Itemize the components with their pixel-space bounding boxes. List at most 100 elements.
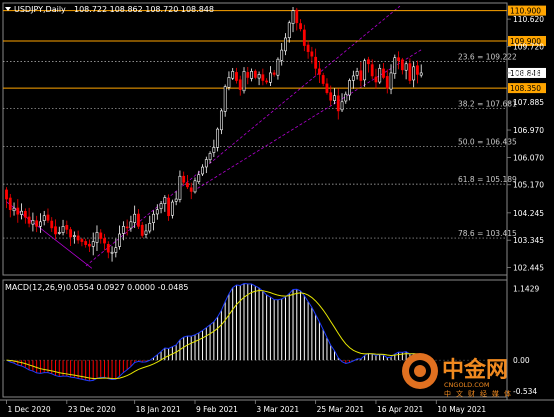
macd-values: 0.0554 0.0927 0.0000 -0.0485 (66, 283, 188, 292)
candle-body (295, 9, 299, 24)
tagline-text: 中文财经媒体 (444, 389, 516, 398)
candle-body (404, 63, 408, 71)
candle-body (129, 221, 133, 229)
candle-body (35, 220, 39, 227)
candle-body (302, 29, 306, 46)
candle-body (216, 128, 220, 148)
candle-body (227, 77, 231, 88)
candle-body (84, 241, 88, 245)
chart-area: 23.6 = 109.222 38.2 = 107.681 50.0 = 106.4… (0, 2, 554, 414)
time-tick-label: 18 Jan 2021 (136, 405, 181, 414)
candle-body (340, 101, 344, 111)
candle-body (5, 189, 8, 200)
candle-body (344, 93, 348, 102)
candle-body (325, 83, 329, 93)
ohlc-values: 108.722 108.862 108.720 108.848 (74, 5, 214, 14)
candle-body (389, 72, 393, 90)
candle-body (261, 74, 265, 81)
candle-layer (5, 6, 423, 262)
candle-body (95, 232, 99, 243)
candle-body (144, 230, 148, 235)
brand-text: 中金网 (442, 357, 508, 383)
candle-body (306, 44, 310, 52)
candle-body (265, 80, 269, 83)
candle-body (318, 68, 321, 75)
candle-body (231, 71, 235, 79)
candle-body (155, 209, 159, 215)
candle-body (336, 95, 340, 112)
macd-axis-label: 1.1429 (513, 285, 539, 294)
candle-body (170, 201, 174, 216)
candle-body (204, 159, 208, 168)
candle-body (276, 58, 280, 76)
candle-body (8, 197, 12, 210)
fib-level-label: 61.8 = 105.189 (458, 175, 517, 184)
price-tick-label: 109.720 (513, 42, 544, 51)
candle-body (174, 198, 178, 202)
candle-body (12, 207, 16, 212)
price-tick-label: 105.170 (513, 181, 544, 190)
candle-body (148, 223, 152, 232)
candle-body (125, 226, 129, 229)
candle-body (121, 226, 125, 234)
candle-body (99, 232, 103, 239)
price-tick-label: 106.970 (513, 126, 544, 135)
candle-body (223, 86, 227, 112)
candle-body (378, 68, 382, 83)
fib-level-label: 50.0 = 106.435 (458, 137, 517, 146)
candle-body (367, 59, 370, 65)
price-tick-label: 110.620 (513, 15, 544, 24)
macd-header: MACD(12,26,9) 0.0554 0.0927 0.0000 -0.04… (5, 283, 188, 292)
time-tick-label: 23 Dec 2020 (68, 405, 116, 414)
candle-body (284, 37, 287, 52)
candle-body (50, 220, 54, 229)
level-tag-text: 108.350 (510, 84, 541, 93)
candle-body (54, 226, 57, 235)
candle-body (310, 51, 314, 57)
price-tick-label: 103.345 (513, 236, 544, 245)
time-tick-label: 16 Apr 2021 (377, 405, 424, 414)
candle-body (412, 66, 416, 81)
candle-body (400, 59, 404, 71)
candle-body (385, 76, 389, 89)
candle-body (235, 72, 238, 81)
candle-body (351, 75, 355, 81)
channel-line (85, 5, 401, 267)
candle-body (42, 215, 46, 221)
candle-body (370, 64, 374, 77)
candle-body (287, 22, 291, 39)
candle-body (61, 226, 65, 233)
candle-body (314, 56, 318, 69)
candle-body (416, 65, 419, 75)
fibonacci-layer: 23.6 = 109.222 38.2 = 107.681 50.0 = 106.4… (3, 53, 517, 239)
candle-body (355, 71, 359, 76)
candle-body (182, 175, 186, 183)
price-tick-label: 107.885 (513, 98, 544, 107)
candle-body (250, 71, 253, 79)
candle-body (257, 74, 261, 79)
candle-body (208, 153, 212, 161)
candle-body (167, 197, 171, 217)
candle-body (272, 72, 276, 75)
symbol-header: USDJPY,Daily 108.722 108.862 108.720 108… (5, 5, 214, 14)
candle-body (137, 213, 140, 227)
cngold-watermark: 中金网 CNGOLD.COM 中文财经媒体 (402, 353, 516, 398)
candle-body (106, 244, 110, 253)
candle-body (133, 213, 137, 223)
candle-body (419, 72, 423, 76)
candle-body (212, 147, 216, 153)
candle-body (178, 175, 182, 200)
time-tick-label: 3 Mar 2021 (256, 405, 299, 414)
candle-body (189, 187, 193, 192)
candle-body (397, 57, 400, 62)
candle-body (69, 229, 72, 238)
candle-body (393, 57, 397, 75)
candle-body (197, 174, 201, 183)
time-tick-label: 9 Feb 2021 (196, 405, 238, 414)
candle-body (23, 210, 27, 218)
time-tick-label: 25 Mar 2021 (317, 405, 365, 414)
candle-body (329, 92, 333, 101)
symbol-label: USDJPY,Daily (14, 5, 66, 14)
candle-body (186, 182, 189, 188)
axis-layer: 110.620 109.720 108.848 107.885 106.970 106.0… (6, 15, 544, 414)
